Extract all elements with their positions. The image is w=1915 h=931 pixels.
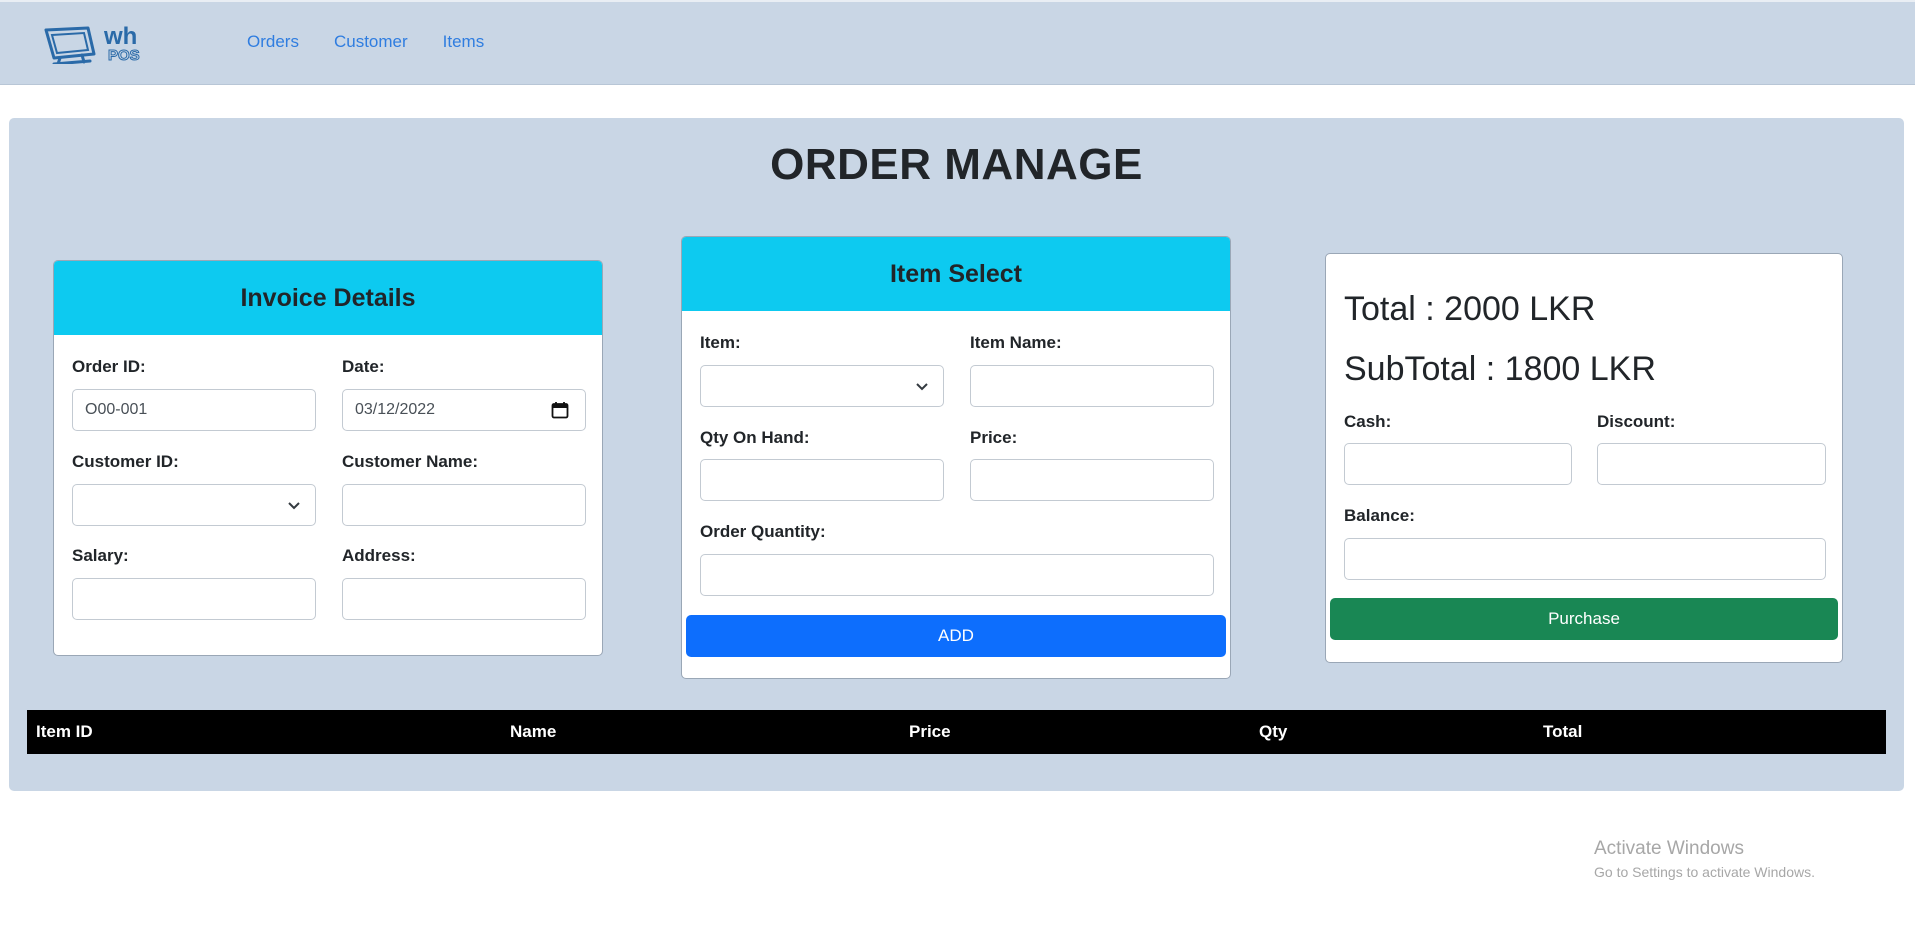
balance-label: Balance: — [1344, 506, 1415, 525]
nav-link-orders[interactable]: Orders — [247, 32, 299, 52]
address-input[interactable] — [342, 578, 586, 620]
price-input[interactable] — [970, 459, 1214, 501]
total-amount: Total : 2000 LKR — [1344, 290, 1596, 328]
invoice-details-card: Invoice Details Order ID: O00-001 Date: … — [53, 260, 603, 656]
order-id-input[interactable]: O00-001 — [72, 389, 316, 431]
order-id-label: Order ID: — [72, 357, 146, 376]
order-quantity-input[interactable] — [700, 554, 1214, 596]
balance-input[interactable] — [1344, 538, 1826, 580]
add-button[interactable]: ADD — [686, 615, 1226, 657]
order-manage-section: ORDER MANAGE Invoice Details Order ID: O… — [9, 118, 1904, 791]
discount-label: Discount: — [1597, 412, 1676, 431]
item-select-card: Item Select Item: Item Name: Qty On Hand… — [681, 236, 1231, 679]
qty-on-hand-label: Qty On Hand: — [700, 428, 810, 447]
customer-name-input[interactable] — [342, 484, 586, 526]
column-total: Total — [1543, 722, 1583, 741]
customer-id-label: Customer ID: — [72, 452, 179, 471]
date-value: 03/12/2022 — [355, 401, 436, 418]
page-title: ORDER MANAGE — [770, 140, 1143, 189]
date-input[interactable]: 03/12/2022 — [342, 389, 586, 431]
salary-input[interactable] — [72, 578, 316, 620]
date-label: Date: — [342, 357, 385, 376]
column-item-id: Item ID — [36, 722, 93, 741]
cash-input[interactable] — [1344, 443, 1572, 485]
item-label: Item: — [700, 333, 741, 352]
price-label: Price: — [970, 428, 1018, 447]
pos-monitor-logo-icon: wh POS — [44, 23, 140, 66]
cash-label: Cash: — [1344, 412, 1392, 431]
column-qty: Qty — [1259, 722, 1288, 741]
navbar: wh POS Orders Customer Items — [0, 0, 1915, 85]
item-select[interactable] — [700, 365, 944, 407]
watermark-subtitle: Go to Settings to activate Windows. — [1594, 864, 1815, 880]
column-price: Price — [909, 722, 951, 741]
nav-link-items[interactable]: Items — [443, 32, 485, 52]
calendar-icon[interactable] — [551, 401, 569, 419]
invoice-details-header: Invoice Details — [54, 261, 602, 335]
item-name-label: Item Name: — [970, 333, 1062, 352]
subtotal-amount: SubTotal : 1800 LKR — [1344, 350, 1656, 388]
salary-label: Salary: — [72, 546, 129, 565]
item-name-input[interactable] — [970, 365, 1214, 407]
chevron-down-icon — [916, 383, 928, 391]
qty-on-hand-input[interactable] — [700, 459, 944, 501]
nav-link-customer[interactable]: Customer — [334, 32, 408, 52]
svg-text:POS: POS — [108, 47, 140, 64]
activate-windows-watermark: Activate Windows Go to Settings to activ… — [1594, 838, 1815, 880]
purchase-button[interactable]: Purchase — [1330, 598, 1838, 640]
watermark-title: Activate Windows — [1594, 838, 1744, 859]
order-summary-card: Total : 2000 LKR SubTotal : 1800 LKR Cas… — [1325, 253, 1843, 663]
nav-links: Orders Customer Items — [247, 32, 484, 52]
customer-name-label: Customer Name: — [342, 452, 479, 471]
address-label: Address: — [342, 546, 416, 565]
customer-id-select[interactable] — [72, 484, 316, 526]
discount-input[interactable] — [1597, 443, 1826, 485]
column-name: Name — [510, 722, 557, 741]
brand-logo[interactable]: wh POS — [42, 23, 176, 66]
order-quantity-label: Order Quantity: — [700, 522, 826, 541]
chevron-down-icon — [288, 502, 300, 510]
order-table-header: Item ID Name Price Qty Total — [27, 710, 1886, 754]
item-select-header: Item Select — [682, 237, 1230, 311]
